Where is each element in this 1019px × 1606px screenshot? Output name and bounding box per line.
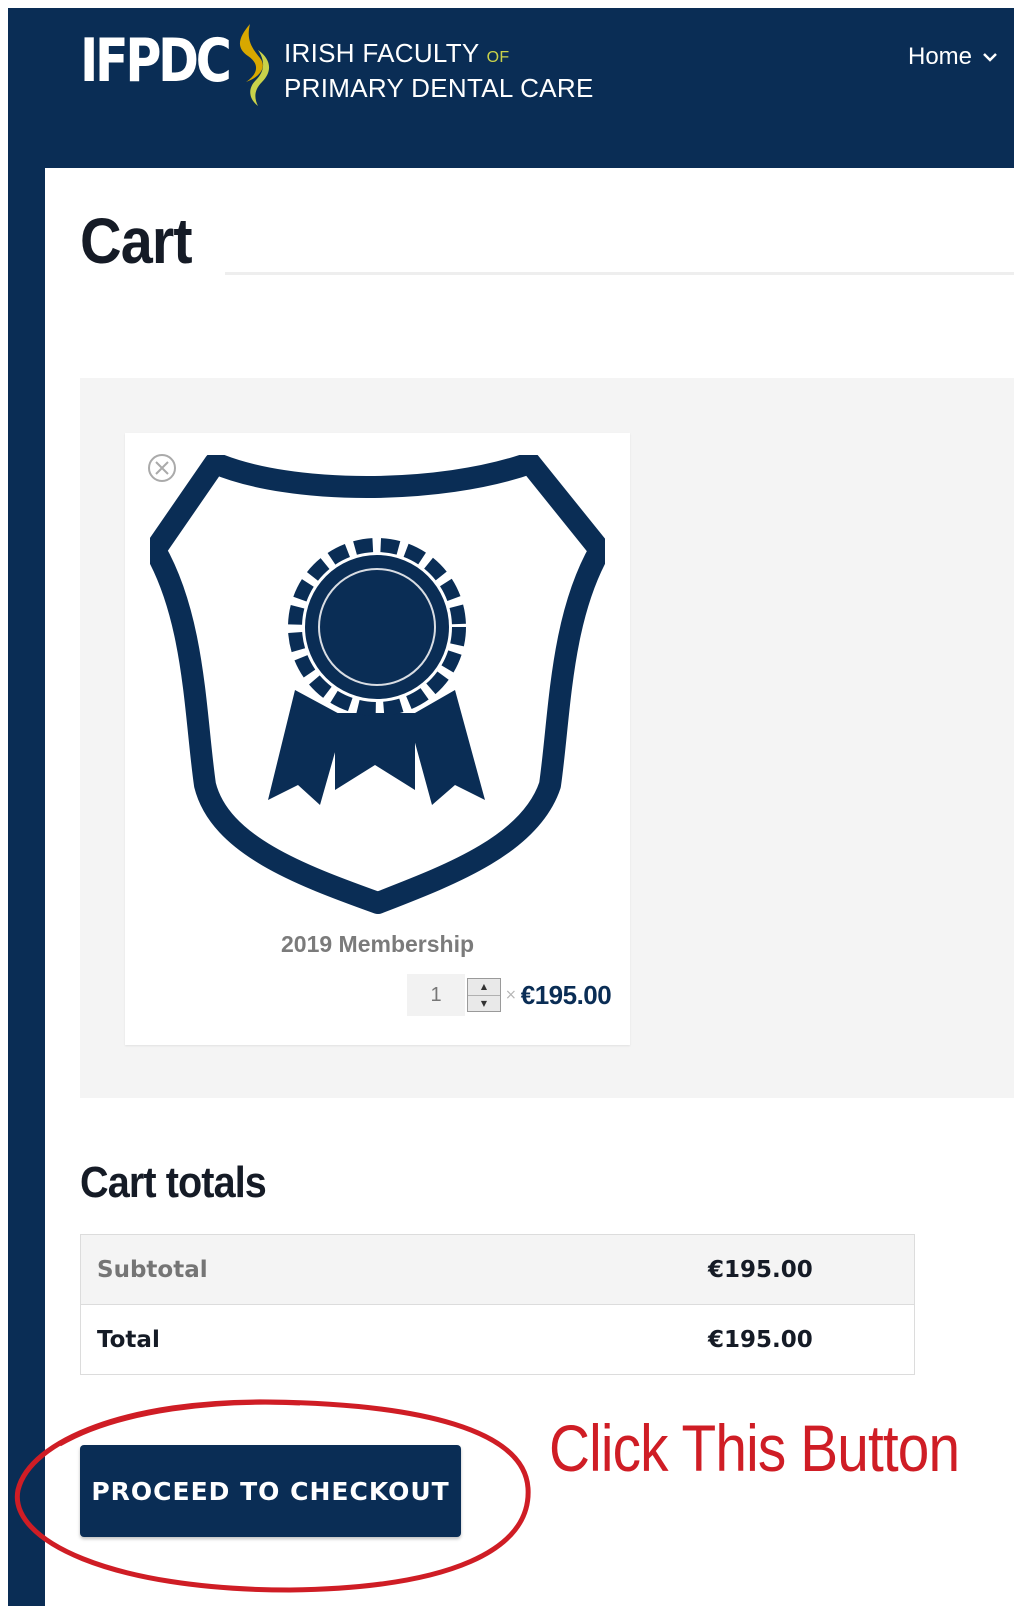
quantity-stepper[interactable]: ▲ ▼ bbox=[467, 978, 501, 1012]
total-value: €195.00 bbox=[692, 1304, 915, 1375]
cart-item-price: €195.00 bbox=[520, 979, 612, 1010]
quantity-input[interactable]: 1 bbox=[407, 974, 465, 1016]
total-row: Total €195.00 bbox=[80, 1304, 915, 1375]
nav-home-menu[interactable]: Home bbox=[908, 43, 998, 71]
image-border-top bbox=[0, 0, 1019, 8]
membership-shield-rosette-icon[interactable] bbox=[144, 452, 611, 915]
page-title: Cart bbox=[80, 205, 193, 277]
quantity-increase-arrow-icon[interactable]: ▲ bbox=[468, 979, 500, 996]
chevron-down-icon bbox=[983, 53, 997, 62]
subtotal-label: Subtotal bbox=[80, 1234, 692, 1305]
cart-item-card: 2019 Membership 1 ▲ ▼ × €195.00 bbox=[125, 433, 630, 1045]
cart-totals-table: Subtotal €195.00 Total €195.00 bbox=[80, 1234, 915, 1375]
cart-page-content: Cart 2019 Membership 1 ▲ ▼ × €195.00 Car… bbox=[45, 168, 1014, 1606]
title-divider bbox=[225, 272, 1014, 275]
logo-acronym: IFPDC bbox=[80, 26, 232, 96]
annotation-label: Click This Button bbox=[549, 1411, 960, 1485]
logo-wordmark: IRISH FACULTY OF PRIMARY DENTAL CARE bbox=[284, 38, 594, 103]
quantity-decrease-arrow-icon[interactable]: ▼ bbox=[468, 996, 500, 1012]
logo-of: OF bbox=[486, 49, 510, 66]
total-label: Total bbox=[80, 1304, 692, 1375]
cart-item-name[interactable]: 2019 Membership bbox=[125, 931, 630, 958]
remove-item-button[interactable] bbox=[147, 453, 177, 483]
remove-circle-x-icon bbox=[148, 454, 176, 482]
logo-flame-icon bbox=[239, 24, 270, 106]
page-side-band bbox=[8, 168, 45, 1606]
logo-line-2: PRIMARY DENTAL CARE bbox=[284, 73, 594, 103]
cart-items-area: 2019 Membership 1 ▲ ▼ × €195.00 bbox=[80, 378, 1014, 1098]
subtotal-row: Subtotal €195.00 bbox=[80, 1234, 915, 1305]
cart-totals-heading: Cart totals bbox=[80, 1158, 267, 1207]
subtotal-value: €195.00 bbox=[692, 1234, 915, 1305]
image-border-right bbox=[1014, 0, 1019, 1606]
nav-home-label: Home bbox=[908, 43, 973, 70]
proceed-to-checkout-button[interactable]: PROCEED TO CHECKOUT bbox=[80, 1445, 461, 1537]
times-symbol: × bbox=[505, 987, 517, 1003]
image-border-left bbox=[0, 0, 8, 1606]
cart-item-quantity-row: 1 ▲ ▼ × €195.00 bbox=[407, 973, 612, 1017]
site-header: IFPDC IRISH FACULTY OF PRIMARY DENTAL CA… bbox=[8, 8, 1014, 168]
logo-line-1: IRISH FACULTY bbox=[284, 38, 480, 68]
